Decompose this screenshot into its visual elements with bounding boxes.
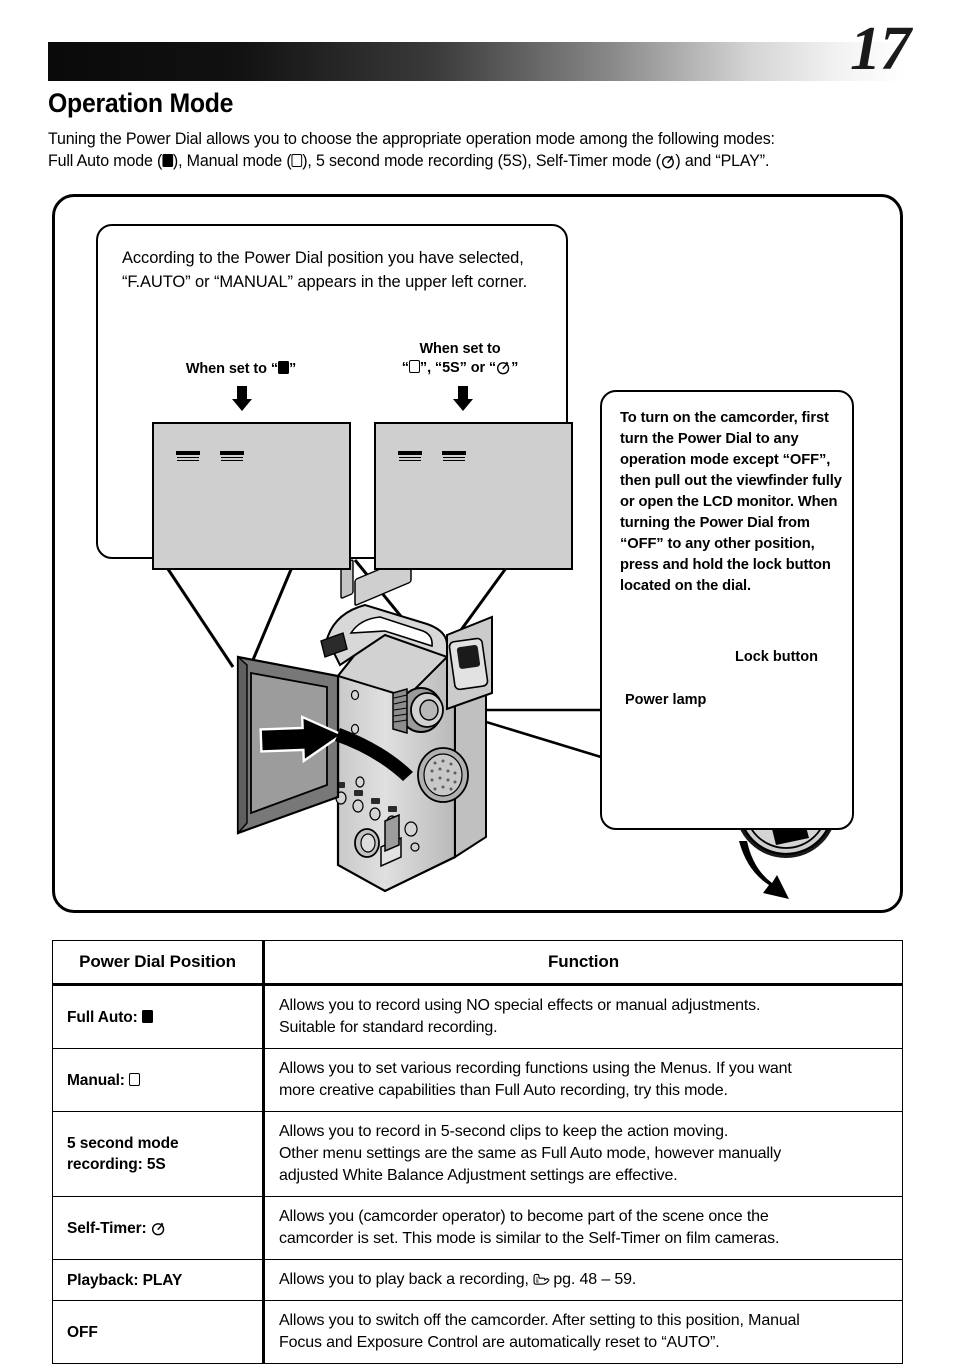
position-cell: Self-Timer: — [52, 1196, 265, 1260]
lcd-preview-full-auto — [152, 422, 351, 570]
table-row: Full Auto: Allows you to record using NO… — [52, 984, 903, 1049]
intro-line-2-c: ), 5 second mode recording (5S), Self-Ti… — [302, 152, 661, 170]
filled-square-icon — [278, 361, 289, 374]
self-timer-clock-icon — [496, 360, 511, 375]
lock-button-label: Lock button — [735, 649, 818, 665]
position-cell: 5 second mode recording: 5S — [52, 1111, 265, 1197]
intro-paragraph: Tuning the Power Dial allows you to choo… — [48, 128, 888, 172]
table-row: OFF Allows you to switch off the camcorde… — [52, 1300, 903, 1364]
when-right-a: “ — [401, 360, 409, 376]
header-gradient-band — [48, 42, 906, 81]
column-header-function: Function — [263, 940, 903, 986]
when-set-to-full-auto-label: When set to “ ” — [134, 360, 348, 379]
position-cell: OFF — [52, 1300, 265, 1364]
when-right-line1: When set to — [419, 341, 501, 357]
intro-line-2-d: ) and “PLAY”. — [675, 152, 770, 170]
position-cell: Full Auto: — [52, 984, 265, 1049]
page-number: 17 — [850, 15, 911, 83]
self-timer-clock-icon — [661, 154, 676, 169]
table-row: Manual: Allows you to set various record… — [52, 1048, 903, 1112]
illustration-panel: According to the Power Dial position you… — [52, 194, 903, 913]
when-left-suffix: ” — [289, 361, 297, 377]
display-note-box: According to the Power Dial position you… — [96, 224, 573, 570]
function-cell: Allows you (camcorder operator) to becom… — [263, 1196, 903, 1260]
filled-square-icon — [162, 154, 173, 167]
function-cell: Allows you to record in 5-second clips t… — [263, 1111, 903, 1197]
lcd-text-mark — [220, 451, 244, 462]
power-on-instructions-box: To turn on the camcorder, first turn the… — [600, 390, 854, 830]
power-on-instructions-text: To turn on the camcorder, first turn the… — [620, 410, 842, 594]
lcd-text-mark — [442, 451, 466, 462]
function-cell: Allows you to play back a recording, pg.… — [263, 1259, 903, 1301]
when-right-b: ”, “5S” or “ — [419, 360, 497, 376]
intro-line-2-b: ), Manual mode ( — [172, 152, 292, 170]
down-arrow-icon — [231, 386, 253, 412]
power-lamp-label: Power lamp — [625, 692, 707, 708]
table-header-row: Power Dial Position Function — [52, 940, 903, 986]
table-row: Self-Timer: Allows you (camcorder operat… — [52, 1196, 903, 1260]
display-note-text: According to the Power Dial position you… — [122, 249, 528, 291]
lcd-text-mark — [176, 451, 200, 462]
column-header-position: Power Dial Position — [52, 940, 265, 986]
intro-line-1: Tuning the Power Dial allows you to choo… — [48, 130, 775, 148]
position-cell: Manual: — [52, 1048, 265, 1112]
when-right-c: ” — [511, 360, 519, 376]
outline-square-icon — [291, 154, 303, 167]
when-left-prefix: When set to “ — [185, 361, 278, 377]
self-timer-clock-icon — [151, 1221, 166, 1236]
lcd-preview-manual — [374, 422, 573, 570]
pointing-hand-icon — [533, 1271, 550, 1285]
page-title: Operation Mode — [48, 88, 234, 118]
table-row: Playback: PLAY Allows you to play back a … — [52, 1259, 903, 1301]
position-cell: Playback: PLAY — [52, 1259, 265, 1301]
table-row: 5 second mode recording: 5S Allows you to … — [52, 1111, 903, 1197]
intro-line-2-a: Full Auto mode ( — [48, 152, 163, 170]
function-cell: Allows you to set various recording func… — [263, 1048, 903, 1112]
function-cell: Allows you to record using NO special ef… — [263, 984, 903, 1049]
lcd-text-mark — [398, 451, 422, 462]
when-set-to-manual-label: When set to “ ”, “5S” or “ ” — [362, 340, 558, 378]
down-arrow-icon — [452, 386, 474, 412]
function-cell: Allows you to switch off the camcorder. … — [263, 1300, 903, 1364]
outline-square-icon — [408, 360, 420, 373]
filled-square-icon — [141, 1009, 153, 1023]
outline-square-icon — [129, 1072, 141, 1086]
power-dial-position-table: Power Dial Position Function Full Auto: … — [52, 940, 903, 1364]
